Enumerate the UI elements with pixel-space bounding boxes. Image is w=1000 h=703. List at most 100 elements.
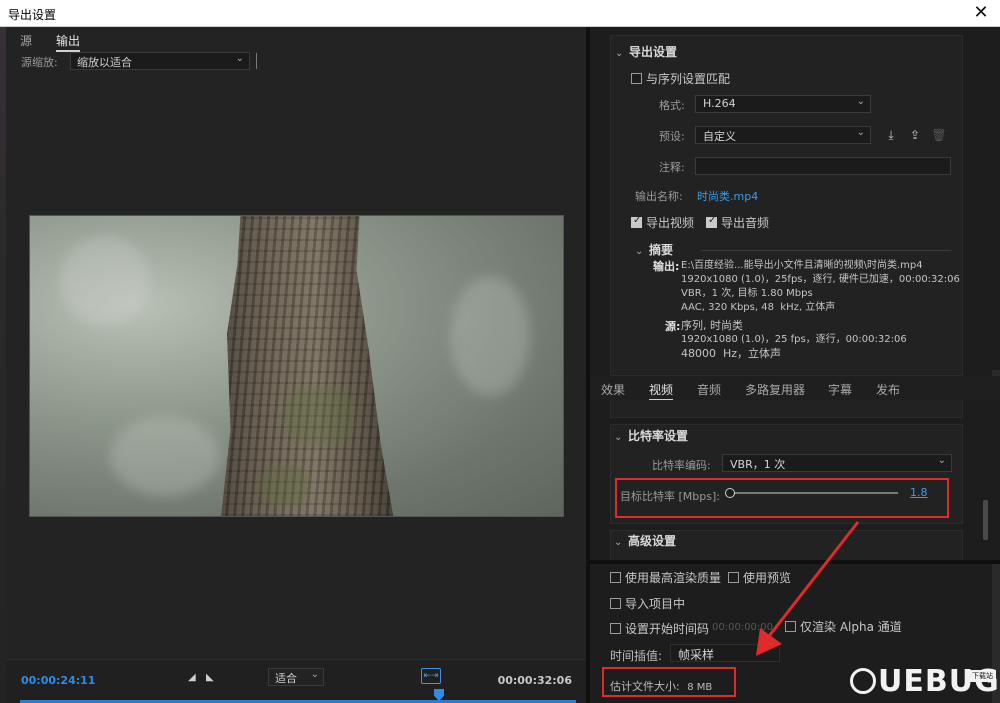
title-bar: 导出设置 ✕: [0, 0, 1000, 27]
chevron-down-icon: ⌄: [235, 53, 244, 64]
tab-output[interactable]: 输出: [56, 32, 81, 52]
advanced-title: 高级设置: [628, 534, 677, 548]
delete-preset-icon[interactable]: 🗑: [931, 127, 947, 143]
settings-box: [610, 400, 963, 418]
time-interpolation-select[interactable]: 帧采样: [670, 644, 780, 662]
tab-captions[interactable]: 字幕: [828, 381, 852, 398]
save-preset-icon[interactable]: ⤓: [883, 127, 899, 143]
summary-output-key: 输出:: [653, 260, 680, 273]
summary-header[interactable]: ⌄ 摘要: [635, 241, 673, 258]
close-icon[interactable]: ✕: [970, 2, 992, 24]
comment-label: 注释:: [659, 161, 685, 174]
divider: [701, 250, 951, 251]
summary-source-line: 序列, 时尚类: [681, 319, 743, 332]
tree-trunk-image: [220, 216, 395, 516]
format-select[interactable]: H.264 ⌄: [695, 95, 871, 113]
collapse-icon: ⌄: [614, 537, 623, 548]
checkbox-box: [631, 215, 642, 228]
set-start-timecode-checkbox[interactable]: 设置开始时间码: [610, 620, 709, 637]
fit-range-icon[interactable]: ⇤⇥: [421, 668, 441, 684]
window-title: 导出设置: [8, 8, 57, 22]
match-sequence-checkbox[interactable]: 与序列设置匹配: [631, 70, 730, 87]
checkbox-box: [728, 572, 739, 583]
import-project-label: 导入项目中: [625, 597, 686, 611]
zoom-row: 源缩放: 缩放以适合 ⌄: [6, 51, 586, 71]
settings-tabs: 效果 视频 音频 多路复用器 字幕 发布: [590, 376, 1000, 401]
zoom-select[interactable]: 缩放以适合 ⌄: [70, 52, 250, 70]
current-timecode[interactable]: 00:00:24:11: [21, 674, 95, 687]
watermark-badge: 下载站: [969, 670, 996, 682]
zoom-select-value: 缩放以适合: [77, 56, 132, 69]
tab-video[interactable]: 视频: [649, 381, 674, 401]
export-settings-box: ⌄ 导出设置 与序列设置匹配 格式: H.264 ⌄ 预设: 自定义 ⌄ ⤓ ⇪ …: [610, 35, 963, 376]
use-preview-label: 使用预览: [743, 571, 792, 585]
summary-output-line: VBR，1 次, 目标 1.80 Mbps: [681, 288, 813, 299]
chevron-down-icon: ⌄: [856, 96, 865, 107]
fit-select[interactable]: 适合 ⌄: [268, 668, 324, 686]
preset-select[interactable]: 自定义 ⌄: [695, 126, 871, 144]
advanced-header[interactable]: ⌄ 高级设置: [614, 532, 676, 549]
export-settings-title: 导出设置: [629, 45, 678, 59]
export-settings-header[interactable]: ⌄ 导出设置: [615, 43, 677, 60]
fit-select-value: 适合: [275, 672, 297, 685]
export-settings-panel: ⌄ 导出设置 与序列设置匹配 格式: H.264 ⌄ 预设: 自定义 ⌄ ⤓ ⇪ …: [590, 27, 1000, 376]
summary-source-key: 源:: [665, 320, 681, 333]
import-preset-icon[interactable]: ⇪: [907, 127, 923, 143]
summary-title: 摘要: [649, 243, 674, 257]
checkbox-box: [785, 621, 796, 632]
checkbox-box: [706, 215, 717, 228]
bitrate-encoding-select[interactable]: VBR，1 次 ⌄: [722, 454, 952, 472]
alpha-only-label: 仅渲染 Alpha 通道: [800, 620, 902, 634]
annotation-highlight-bitrate: [615, 478, 949, 518]
bokeh-blob: [110, 416, 220, 496]
moss-patch: [285, 386, 355, 446]
video-preview: [29, 215, 564, 517]
tab-publish[interactable]: 发布: [876, 381, 900, 398]
preset-label: 预设:: [659, 130, 685, 143]
use-preview-checkbox[interactable]: 使用预览: [728, 569, 791, 586]
total-timecode: 00:00:32:06: [497, 674, 572, 687]
export-audio-checkbox[interactable]: 导出音频: [706, 214, 769, 231]
checkbox-box: [631, 73, 642, 84]
comment-field[interactable]: [695, 157, 951, 175]
alpha-only-checkbox[interactable]: 仅渲染 Alpha 通道: [785, 618, 902, 635]
summary-source-line: 1920x1080 (1.0)，25 fps，逐行，00:00:32:06: [681, 334, 907, 345]
bokeh-blob: [60, 236, 150, 326]
tab-source[interactable]: 源: [20, 32, 32, 49]
format-value: H.264: [703, 97, 736, 110]
site-watermark: UEBUG 下载站: [848, 662, 1000, 703]
summary-output-line: E:\百度经验...能导出小文件且清晰的视频\时尚类.mp4: [681, 260, 923, 271]
mark-out-icon[interactable]: ◣: [206, 672, 218, 684]
timeline-bar: 00:00:24:11 ◢ ◣ 适合 ⌄ ⇤⇥ 00:00:32:06: [6, 659, 586, 703]
tab-effects[interactable]: 效果: [601, 381, 625, 398]
chevron-down-icon: ⌄: [856, 127, 865, 138]
bitrate-encoding-value: VBR，1 次: [730, 458, 786, 471]
checkbox-box: [610, 598, 621, 609]
tab-audio[interactable]: 音频: [697, 381, 721, 398]
import-project-checkbox[interactable]: 导入项目中: [610, 595, 685, 612]
moss-patch: [260, 466, 310, 506]
time-interpolation-label: 时间插值:: [610, 649, 663, 663]
settings-scrollbar-thumb[interactable]: [983, 500, 988, 540]
collapse-icon: ⌄: [635, 246, 644, 257]
export-video-checkbox[interactable]: 导出视频: [631, 214, 694, 231]
output-name-link[interactable]: 时尚类.mp4: [697, 188, 758, 204]
bitrate-encoding-label: 比特率编码:: [652, 459, 711, 472]
tab-multiplexer[interactable]: 多路复用器: [745, 381, 805, 398]
summary-source-line: 48000 Hz，立体声: [681, 347, 782, 360]
preview-tabs: 源 输出: [6, 27, 586, 52]
bokeh-blob: [450, 276, 530, 396]
export-audio-label: 导出音频: [721, 216, 770, 230]
checkbox-box: [610, 572, 621, 583]
watermark-logo-icon: [850, 668, 876, 694]
max-quality-label: 使用最高渲染质量: [625, 571, 722, 585]
bitrate-header[interactable]: ⌄ 比特率设置: [614, 427, 688, 444]
preset-value: 自定义: [703, 130, 736, 143]
set-start-timecode-label: 设置开始时间码: [625, 622, 710, 636]
preview-panel: 源 输出 源缩放: 缩放以适合 ⌄ 00:00:24:11 ◢ ◣ 适合 ⌄ ⇤…: [6, 27, 586, 703]
mark-in-icon[interactable]: ◢: [188, 672, 200, 684]
max-quality-checkbox[interactable]: 使用最高渲染质量: [610, 569, 721, 586]
start-timecode-value[interactable]: 00:00:00:00: [712, 622, 773, 633]
collapse-icon: ⌄: [614, 432, 623, 443]
match-sequence-label: 与序列设置匹配: [646, 72, 731, 86]
